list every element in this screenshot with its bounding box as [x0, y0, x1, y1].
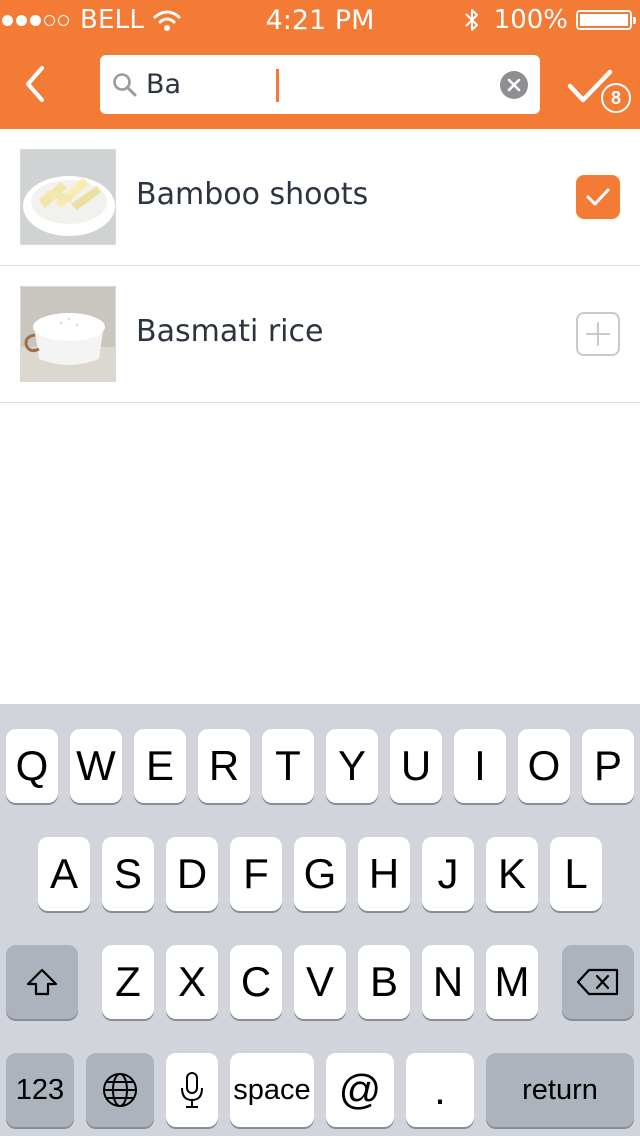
search-icon [113, 73, 137, 97]
text-caret [276, 69, 279, 102]
key-p[interactable]: P [582, 729, 634, 803]
battery-icon [576, 10, 636, 30]
microphone-key[interactable] [166, 1053, 218, 1127]
globe-icon [103, 1073, 137, 1107]
numbers-key[interactable]: 123 [6, 1053, 74, 1127]
shift-arrow-icon [26, 968, 58, 996]
key-i[interactable]: I [454, 729, 506, 803]
battery-status: 100% [464, 4, 636, 36]
key-n[interactable]: N [422, 945, 474, 1019]
key-f[interactable]: F [230, 837, 282, 911]
at-key[interactable]: @ [326, 1053, 394, 1127]
key-w[interactable]: W [70, 729, 122, 803]
key-o[interactable]: O [518, 729, 570, 803]
key-v[interactable]: V [294, 945, 346, 1019]
keyboard: Q W E R T Y U I O P A S D F G H J K L Z … [0, 704, 640, 1136]
key-y[interactable]: Y [326, 729, 378, 803]
plus-icon [586, 322, 610, 346]
backspace-icon [576, 968, 619, 996]
microphone-icon [181, 1072, 203, 1108]
basmati-rice-image [20, 286, 116, 382]
search-field[interactable] [100, 55, 540, 114]
key-b[interactable]: B [358, 945, 410, 1019]
key-r[interactable]: R [198, 729, 250, 803]
key-u[interactable]: U [390, 729, 442, 803]
key-d[interactable]: D [166, 837, 218, 911]
key-q[interactable]: Q [6, 729, 58, 803]
chevron-left-icon [26, 66, 44, 102]
key-t[interactable]: T [262, 729, 314, 803]
clear-x-icon [507, 78, 521, 92]
list-item[interactable]: Basmati rice [0, 266, 640, 403]
clear-search-button[interactable] [500, 71, 528, 99]
key-m[interactable]: M [486, 945, 538, 1019]
space-key[interactable]: space [230, 1053, 314, 1127]
key-g[interactable]: G [294, 837, 346, 911]
key-c[interactable]: C [230, 945, 282, 1019]
globe-key[interactable] [86, 1053, 154, 1127]
selected-checkbox[interactable] [576, 175, 620, 219]
search-nav-bar: 8 [0, 40, 640, 129]
shift-key[interactable] [6, 945, 78, 1019]
key-x[interactable]: X [166, 945, 218, 1019]
key-z[interactable]: Z [102, 945, 154, 1019]
list-item[interactable]: Bamboo shoots [0, 129, 640, 266]
back-button[interactable] [12, 56, 56, 112]
item-name: Basmati rice [136, 314, 324, 349]
period-key[interactable]: . [406, 1053, 474, 1127]
key-k[interactable]: K [486, 837, 538, 911]
key-e[interactable]: E [134, 729, 186, 803]
key-a[interactable]: A [38, 837, 90, 911]
key-h[interactable]: H [358, 837, 410, 911]
bamboo-shoots-image [20, 149, 116, 245]
key-l[interactable]: L [550, 837, 602, 911]
checkbox-checked-icon [586, 188, 610, 206]
selected-count-badge: 8 [601, 83, 631, 113]
item-name: Bamboo shoots [136, 177, 369, 212]
results-list: Bamboo shoots Basmati rice [0, 129, 640, 403]
bluetooth-icon [464, 9, 478, 31]
return-key[interactable]: return [486, 1053, 634, 1127]
key-s[interactable]: S [102, 837, 154, 911]
key-j[interactable]: J [422, 837, 474, 911]
battery-percent: 100% [493, 5, 568, 35]
add-item-button[interactable] [576, 312, 620, 356]
delete-key[interactable] [562, 945, 634, 1019]
status-bar: BELL 4:21 PM 100% [0, 0, 640, 40]
search-input[interactable] [146, 64, 476, 104]
